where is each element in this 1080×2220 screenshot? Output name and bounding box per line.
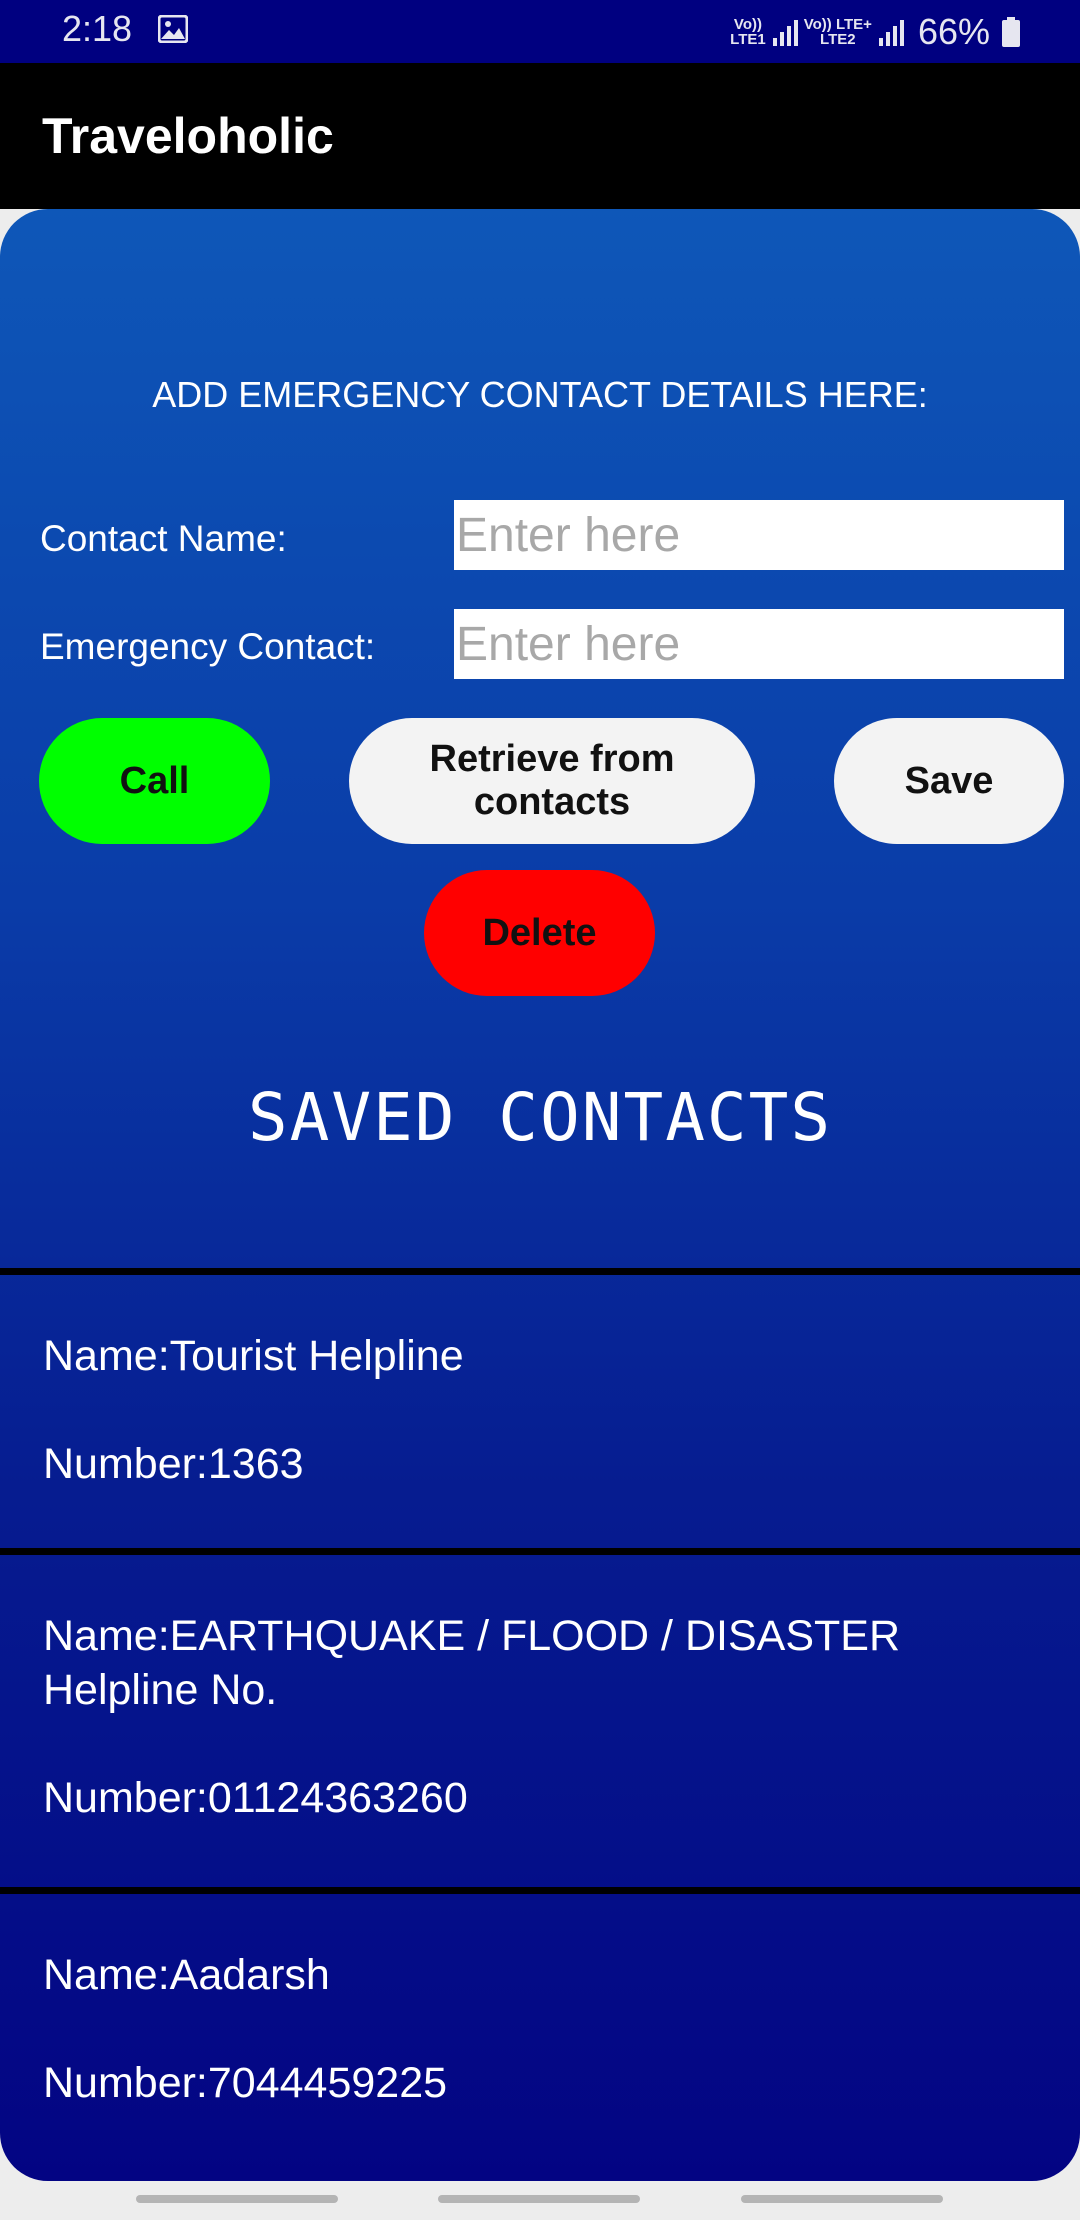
sim2-top-text: Vo)) LTE+	[803, 16, 872, 33]
image-icon	[158, 15, 188, 43]
contact-number: Number:01124363260	[43, 1774, 468, 1822]
saved-contacts-title: SAVED CONTACTS	[247, 1079, 833, 1156]
contact-name: Name:Aadarsh	[43, 1951, 330, 1999]
call-button[interactable]: Call	[39, 718, 270, 844]
save-button[interactable]: Save	[834, 718, 1064, 844]
nav-back-handle[interactable]	[741, 2195, 943, 2203]
contact-name: Name:EARTHQUAKE / FLOOD / DISASTER Helpl…	[43, 1612, 900, 1714]
list-divider	[0, 1548, 1080, 1555]
emergency-contact-input[interactable]	[454, 609, 1064, 679]
form-heading: ADD EMERGENCY CONTACT DETAILS HERE:	[152, 374, 928, 415]
sim1-top-text: Vo))	[733, 16, 762, 33]
contact-name-label: Contact Name:	[40, 518, 287, 559]
sim1-label: Vo)) LTE1	[730, 17, 766, 47]
retrieve-from-contacts-button[interactable]: Retrieve from contacts	[349, 718, 755, 844]
list-item[interactable]: Name:Tourist Helpline Number:1363	[0, 1275, 1080, 1548]
sim1-bottom-text: LTE1	[730, 31, 766, 48]
battery-icon	[1002, 17, 1020, 47]
status-bar: 2:18 Vo)) LTE1 Vo)) LTE+ LTE2 66%	[0, 0, 1080, 63]
contact-number: Number:7044459225	[43, 2059, 448, 2107]
battery-percent: 66%	[917, 11, 990, 52]
sim2-label: Vo)) LTE+ LTE2	[804, 17, 872, 47]
contact-name-input[interactable]	[454, 500, 1064, 570]
system-nav-bar	[0, 2181, 1080, 2220]
app-title: Traveloholic	[42, 108, 334, 164]
contact-name: Name:Tourist Helpline	[43, 1332, 464, 1380]
delete-button[interactable]: Delete	[424, 870, 655, 996]
status-time: 2:18	[62, 8, 133, 49]
status-indicators: Vo)) LTE1 Vo)) LTE+ LTE2 66%	[730, 10, 1020, 54]
contact-number: Number:1363	[43, 1440, 304, 1488]
saved-contacts-list: Name:Tourist Helpline Number:1363 Name:E…	[0, 1268, 1080, 2174]
list-divider	[0, 1268, 1080, 1275]
emergency-contact-label: Emergency Contact:	[40, 626, 376, 667]
list-item[interactable]: Name:Aadarsh Number:7044459225	[0, 1894, 1080, 2174]
app-bar: Traveloholic	[0, 63, 1080, 209]
nav-recents-handle[interactable]	[136, 2195, 338, 2203]
list-divider	[0, 1887, 1080, 1894]
signal-icon	[878, 20, 904, 46]
list-item[interactable]: Name:EARTHQUAKE / FLOOD / DISASTER Helpl…	[0, 1555, 1080, 1887]
nav-home-handle[interactable]	[438, 2195, 640, 2203]
signal-icon	[772, 20, 798, 46]
sim2-bottom-text: LTE2	[820, 31, 856, 48]
